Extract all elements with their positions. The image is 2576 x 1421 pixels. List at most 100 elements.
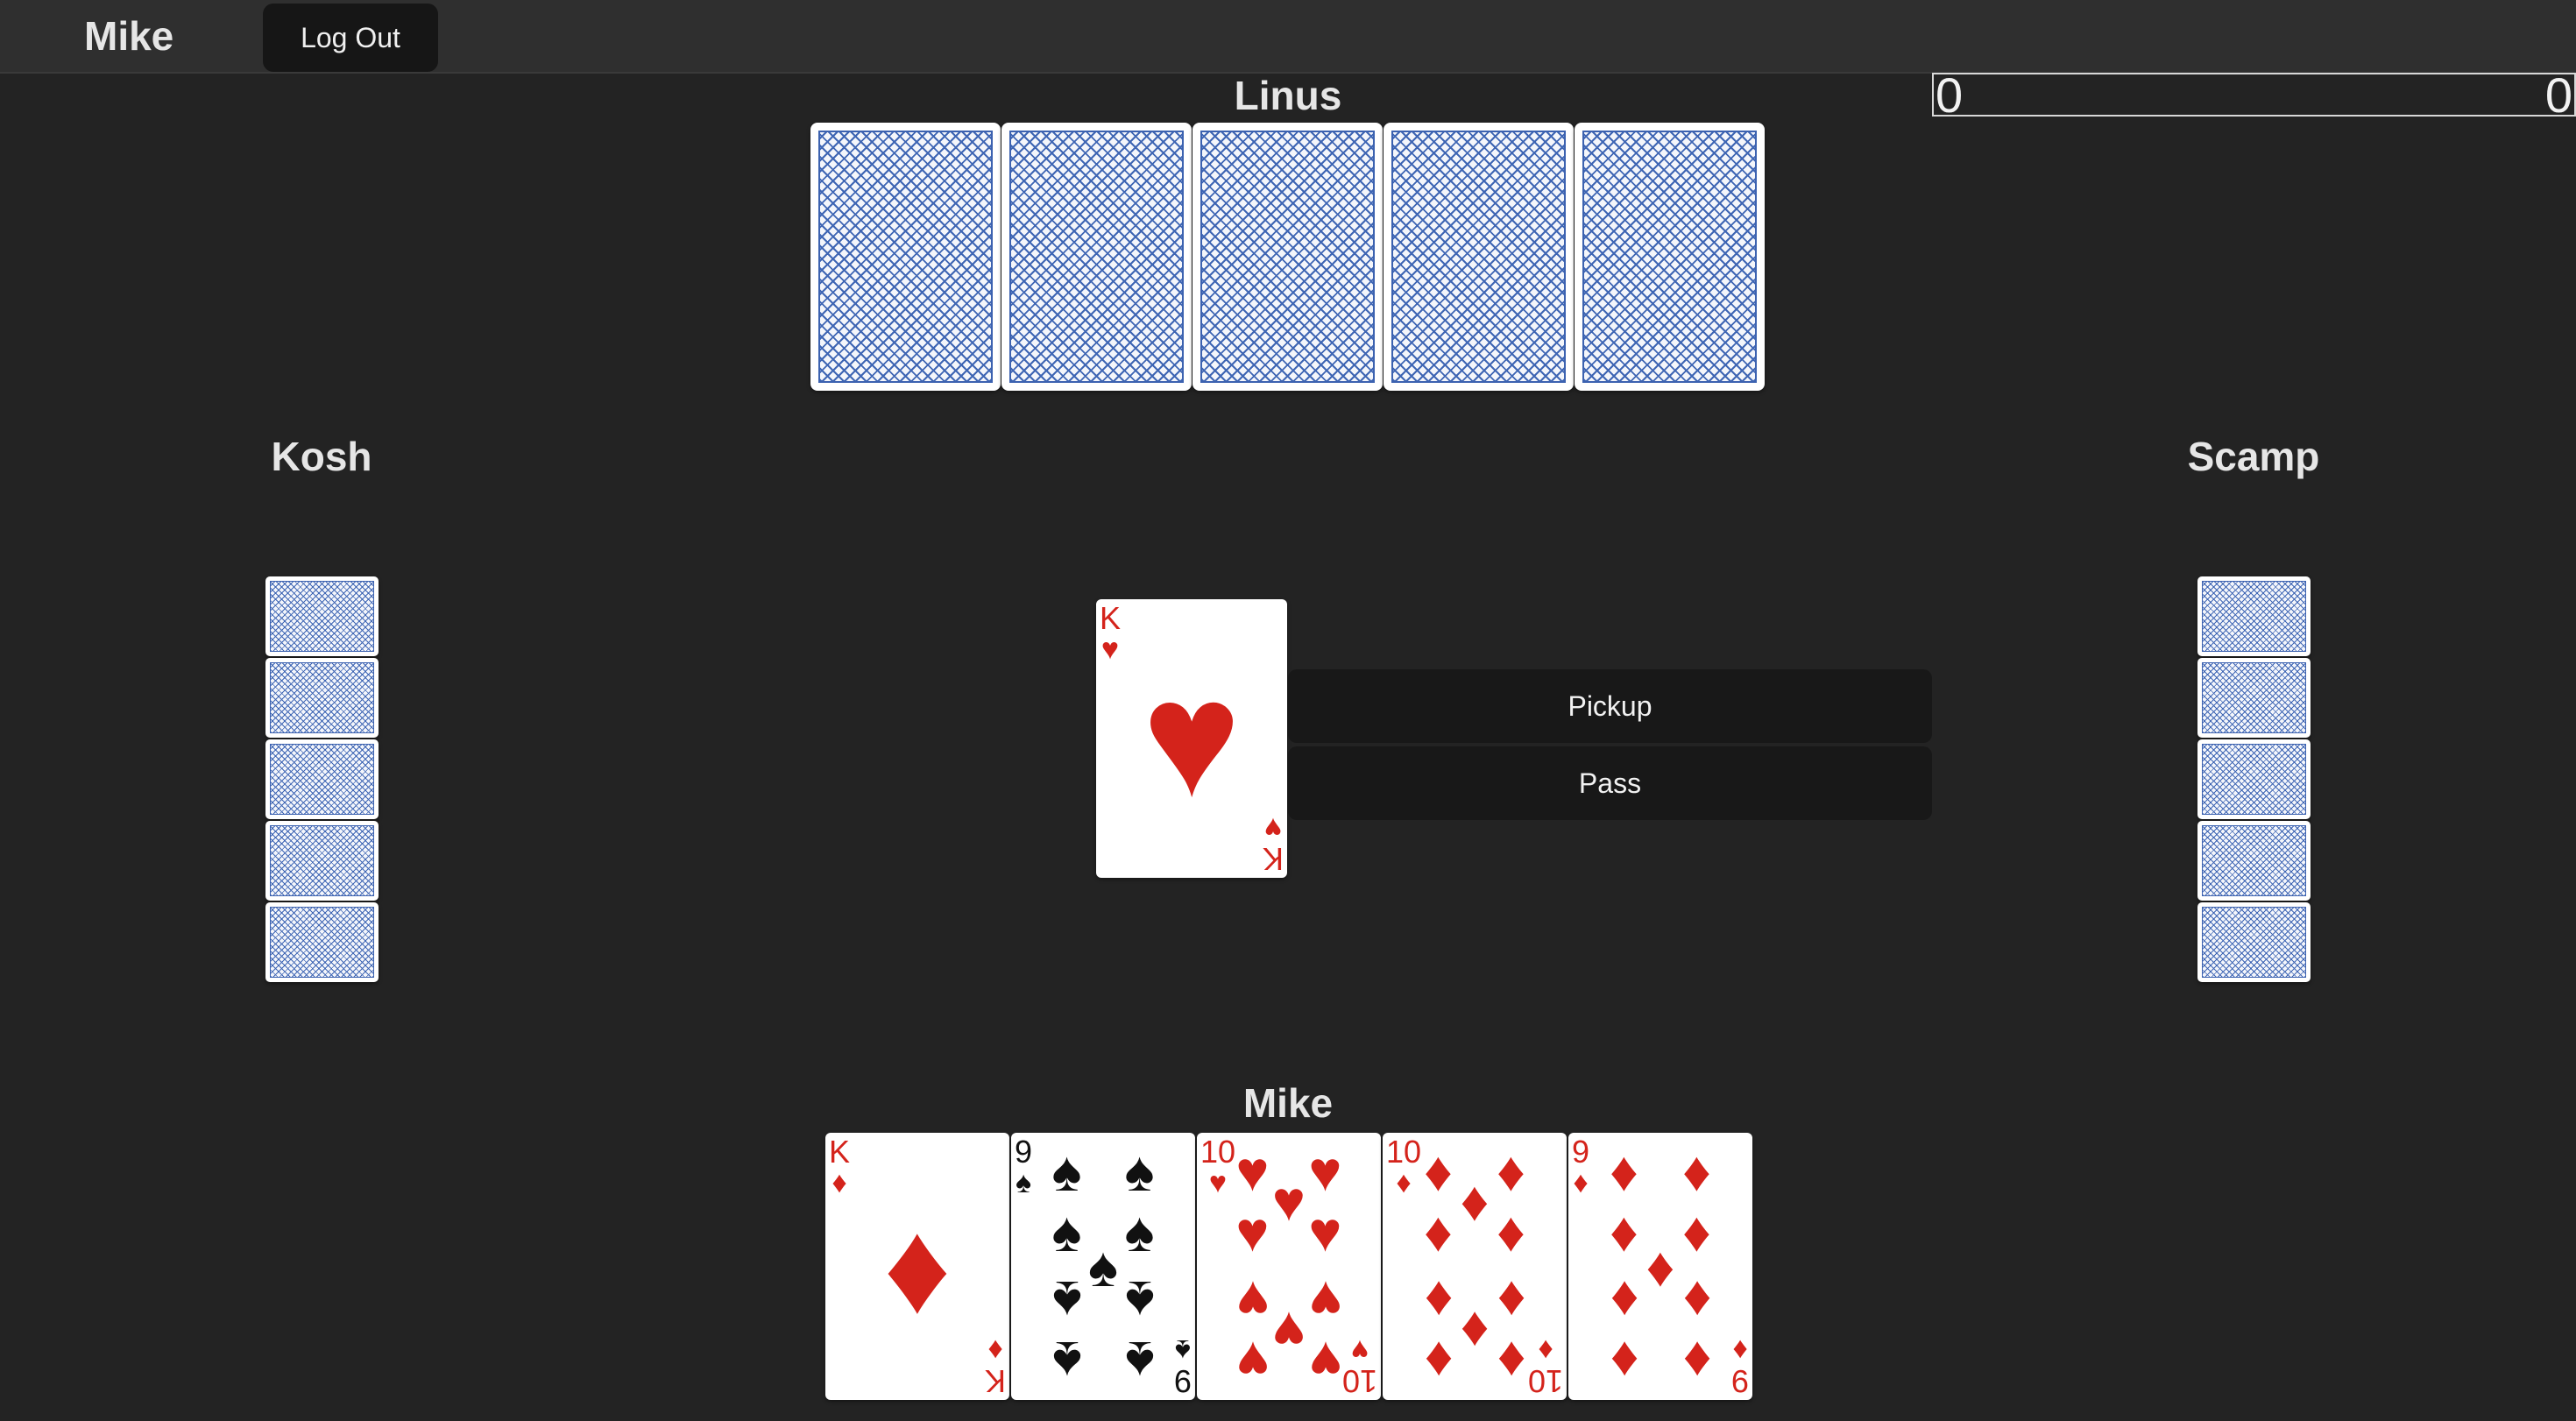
current-user-name: Mike bbox=[84, 13, 174, 59]
pickup-button[interactable]: Pickup bbox=[1288, 669, 1932, 743]
card-pips: ♥ ♥ ♥ ♥ ♥ ♥ ♥ ♥ ♥ ♥ bbox=[1216, 1140, 1362, 1393]
scoreboard: 0 0 bbox=[1932, 67, 2576, 123]
diamond-icon: ♦ bbox=[883, 1192, 952, 1340]
diamond-icon: ♦ bbox=[1424, 1269, 1453, 1333]
spade-icon: ♠ bbox=[1051, 1329, 1082, 1393]
south-player-name: Mike bbox=[1242, 1080, 1334, 1126]
pass-button[interactable]: Pass bbox=[1288, 746, 1932, 820]
card-corner-bottom: 9 ♦ bbox=[1730, 1333, 1749, 1399]
card-pips: ♦ ♦ ♦ ♦ ♦ ♦ ♦ ♦ ♦ bbox=[1588, 1140, 1733, 1393]
card-rank: K bbox=[984, 1363, 1006, 1399]
log-out-button[interactable]: Log Out bbox=[263, 4, 438, 72]
east-card-back bbox=[2197, 739, 2311, 819]
spade-icon: ♠ bbox=[1051, 1269, 1082, 1333]
east-player-name: Scamp bbox=[2187, 434, 2320, 479]
hand-card[interactable]: 10 ♥ ♥ ♥ ♥ ♥ ♥ ♥ ♥ ♥ ♥ ♥ 10 ♥ bbox=[1197, 1133, 1381, 1400]
card-corner-bottom: 10 ♥ bbox=[1342, 1333, 1377, 1399]
hand-card[interactable]: 9 ♠ ♠ ♠ ♠ ♠ ♠ ♠ ♠ ♠ ♠ 9 ♠ bbox=[1011, 1133, 1195, 1400]
heart-icon: ♥ bbox=[1235, 1329, 1270, 1393]
diamond-icon: ♦ bbox=[1424, 1199, 1453, 1263]
diamond-icon: ♦ bbox=[1497, 1269, 1525, 1333]
spade-icon: ♠ bbox=[1051, 1199, 1082, 1263]
diamond-icon: ♦ bbox=[1682, 1140, 1711, 1204]
diamond-icon: ♦ bbox=[1424, 1329, 1453, 1393]
diamond-icon: ♦ bbox=[1424, 1140, 1453, 1204]
diamond-icon: ♦ bbox=[1732, 1333, 1748, 1367]
top-bar: Mike Log Out bbox=[0, 0, 2576, 74]
turned-up-card: K ♥ ♥ K ♥ bbox=[1096, 599, 1287, 878]
spade-icon: ♠ bbox=[1124, 1199, 1155, 1263]
hand-card[interactable]: K ♦ ♦ K ♦ bbox=[825, 1133, 1009, 1400]
spade-icon: ♠ bbox=[1124, 1329, 1155, 1393]
team-a-score: 0 bbox=[1936, 67, 1964, 123]
west-player-name: Kosh bbox=[271, 434, 372, 479]
heart-icon: ♥ bbox=[1142, 646, 1242, 831]
card-corner-bottom: 9 ♠ bbox=[1173, 1333, 1192, 1399]
card-rank: 10 bbox=[1527, 1363, 1563, 1399]
team-b-score: 0 bbox=[2544, 67, 2572, 123]
north-card-back bbox=[1384, 123, 1574, 391]
diamond-icon: ♦ bbox=[1682, 1199, 1711, 1263]
card-rank: K bbox=[829, 1134, 851, 1170]
spade-icon: ♠ bbox=[1051, 1140, 1082, 1204]
card-pips: ♦ ♦ ♦ ♦ ♦ ♦ ♦ ♦ ♦ ♦ bbox=[1402, 1140, 1547, 1393]
diamond-icon: ♦ bbox=[1610, 1199, 1638, 1263]
diamond-icon: ♦ bbox=[1610, 1140, 1638, 1204]
west-card-back bbox=[265, 902, 379, 982]
diamond-icon: ♦ bbox=[1682, 1269, 1711, 1333]
diamond-icon: ♦ bbox=[1645, 1234, 1675, 1298]
heart-icon: ♥ bbox=[1235, 1140, 1270, 1204]
card-rank: 9 bbox=[1730, 1363, 1749, 1399]
diamond-icon: ♦ bbox=[832, 1166, 847, 1199]
diamond-icon: ♦ bbox=[1610, 1329, 1638, 1393]
diamond-icon: ♦ bbox=[1497, 1140, 1525, 1204]
spade-icon: ♠ bbox=[1088, 1234, 1118, 1298]
north-player-name: Linus bbox=[1234, 73, 1342, 118]
west-card-back bbox=[265, 576, 379, 656]
card-rank: K bbox=[1100, 600, 1122, 636]
east-card-back bbox=[2197, 658, 2311, 738]
diamond-icon: ♦ bbox=[1573, 1166, 1589, 1199]
heart-icon: ♥ bbox=[1308, 1269, 1342, 1333]
diamond-icon: ♦ bbox=[1538, 1333, 1553, 1367]
heart-icon: ♥ bbox=[1263, 811, 1283, 845]
diamond-icon: ♦ bbox=[1460, 1170, 1490, 1234]
diamond-icon: ♦ bbox=[1497, 1329, 1525, 1393]
west-card-back bbox=[265, 821, 379, 901]
spade-icon: ♠ bbox=[1124, 1140, 1155, 1204]
diamond-icon: ♦ bbox=[1460, 1299, 1490, 1363]
diamond-icon: ♦ bbox=[1497, 1199, 1525, 1263]
heart-icon: ♥ bbox=[1308, 1140, 1342, 1204]
diamond-icon: ♦ bbox=[987, 1333, 1003, 1367]
diamond-icon: ♦ bbox=[1682, 1329, 1711, 1393]
heart-icon: ♥ bbox=[1350, 1333, 1369, 1367]
card-corner-top: K ♦ bbox=[829, 1136, 850, 1198]
heart-icon: ♥ bbox=[1308, 1199, 1342, 1263]
east-card-back bbox=[2197, 821, 2311, 901]
west-card-back bbox=[265, 739, 379, 819]
card-corner-top: K ♥ bbox=[1100, 600, 1122, 666]
heart-icon: ♥ bbox=[1308, 1329, 1342, 1393]
card-rank: K bbox=[1262, 841, 1284, 877]
west-card-back bbox=[265, 658, 379, 738]
north-card-back bbox=[810, 123, 1001, 391]
north-card-back bbox=[1001, 123, 1192, 391]
hand-card[interactable]: 10 ♦ ♦ ♦ ♦ ♦ ♦ ♦ ♦ ♦ ♦ ♦ 10 ♦ bbox=[1383, 1133, 1567, 1400]
card-corner-bottom: K ♥ bbox=[1262, 811, 1284, 877]
card-rank: 9 bbox=[1173, 1363, 1192, 1399]
heart-icon: ♥ bbox=[1235, 1199, 1270, 1263]
heart-icon: ♥ bbox=[1272, 1170, 1306, 1234]
spade-icon: ♠ bbox=[1124, 1269, 1155, 1333]
heart-icon: ♥ bbox=[1235, 1269, 1270, 1333]
north-card-back bbox=[1192, 123, 1383, 391]
hand-card[interactable]: 9 ♦ ♦ ♦ ♦ ♦ ♦ ♦ ♦ ♦ ♦ 9 ♦ bbox=[1568, 1133, 1752, 1400]
card-corner-bottom: K ♦ bbox=[984, 1333, 1006, 1399]
north-card-back bbox=[1575, 123, 1765, 391]
spade-icon: ♠ bbox=[1174, 1333, 1192, 1367]
east-card-back bbox=[2197, 576, 2311, 656]
card-corner-bottom: 10 ♦ bbox=[1527, 1333, 1563, 1399]
heart-icon: ♥ bbox=[1100, 633, 1120, 666]
east-card-back bbox=[2197, 902, 2311, 982]
heart-icon: ♥ bbox=[1272, 1299, 1306, 1363]
card-pips: ♠ ♠ ♠ ♠ ♠ ♠ ♠ ♠ ♠ bbox=[1030, 1140, 1176, 1393]
